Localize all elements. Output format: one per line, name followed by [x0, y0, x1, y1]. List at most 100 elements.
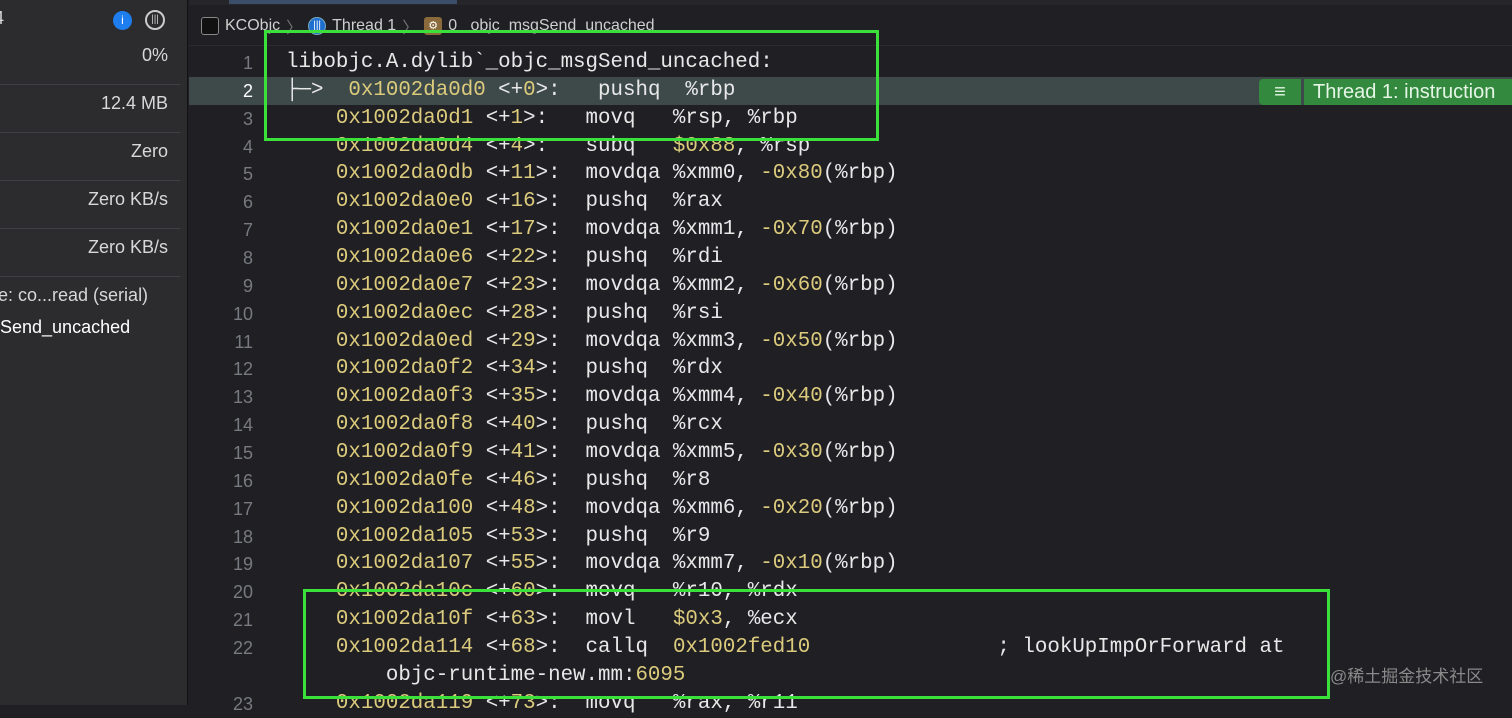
code-token: <+: [473, 385, 511, 409]
code-line[interactable]: 11 0x1002da0ed <+29>: movdqa %xmm3, -0x5…: [189, 328, 1512, 356]
line-number[interactable]: 11: [189, 328, 253, 356]
instruction-text: 0x1002da0fe <+46>: pushq %r8: [286, 467, 710, 495]
code-token: <+: [473, 246, 511, 270]
line-number[interactable]: 23: [189, 690, 253, 718]
debug-navigator: 4 i ||| 0% 12.4 MB Zero Zero KB/s Zero K…: [0, 0, 188, 705]
line-number[interactable]: 2: [189, 77, 253, 105]
line-number[interactable]: 19: [189, 550, 253, 578]
number-token: -0x30: [760, 441, 823, 465]
code-line[interactable]: 13 0x1002da0f3 <+35>: movdqa %xmm4, -0x4…: [189, 383, 1512, 411]
line-number[interactable]: 3: [189, 105, 253, 133]
queue-item[interactable]: e: co...read (serial): [0, 285, 186, 306]
instruction-text: 0x1002da0e1 <+17>: movdqa %xmm1, -0x70(%…: [286, 216, 898, 244]
number-token: -0x50: [760, 329, 823, 353]
instruction-text: 0x1002da100 <+48>: movdqa %xmm6, -0x20(%…: [286, 495, 898, 523]
number-token: 55: [510, 552, 536, 576]
code-line[interactable]: 5 0x1002da0db <+11>: movdqa %xmm0, -0x80…: [189, 160, 1512, 188]
instruction-text: 0x1002da0ed <+29>: movdqa %xmm3, -0x50(%…: [286, 328, 898, 356]
line-number[interactable]: 4: [189, 133, 253, 161]
code-token: (%rbp): [822, 162, 898, 186]
instruction-text: 0x1002da107 <+55>: movdqa %xmm7, -0x10(%…: [286, 550, 898, 578]
line-number[interactable]: 14: [189, 411, 253, 439]
code-line[interactable]: 8 0x1002da0e6 <+22>: pushq %rdi: [189, 244, 1512, 272]
thread-status-badge[interactable]: Thread 1: instruction: [1304, 79, 1512, 105]
line-number[interactable]: 16: [189, 467, 253, 495]
code-line[interactable]: 17 0x1002da100 <+48>: movdqa %xmm6, -0x2…: [189, 495, 1512, 523]
code-token: (%rbp): [822, 441, 898, 465]
code-token: <+: [473, 468, 511, 492]
line-number[interactable]: 13: [189, 383, 253, 411]
code-line[interactable]: 19 0x1002da107 <+55>: movdqa %xmm7, -0x1…: [189, 550, 1512, 578]
divider: [0, 276, 180, 277]
code-line[interactable]: 14 0x1002da0f8 <+40>: pushq %rcx: [189, 411, 1512, 439]
number-token: 0x1002da0f2: [335, 357, 474, 381]
code-line[interactable]: 10 0x1002da0ec <+28>: pushq %rsi: [189, 300, 1512, 328]
number-token: 0x1002da0e0: [335, 190, 474, 214]
code-token: >: pushq %rdx: [535, 357, 723, 381]
line-number[interactable]: 12: [189, 355, 253, 383]
code-token: >: movdqa %xmm7,: [535, 552, 761, 576]
line-number[interactable]: 20: [189, 578, 253, 606]
line-number[interactable]: 9: [189, 272, 253, 300]
code-line[interactable]: 6 0x1002da0e0 <+16>: pushq %rax: [189, 188, 1512, 216]
instruction-text: 0x1002da105 <+53>: pushq %r9: [286, 523, 710, 551]
line-number[interactable]: 7: [189, 216, 253, 244]
number-token: 48: [510, 496, 536, 520]
code-line[interactable]: 12 0x1002da0f2 <+34>: pushq %rdx: [189, 355, 1512, 383]
menu-icon[interactable]: ≡: [1259, 79, 1301, 105]
code-token: <+: [473, 218, 511, 242]
line-number[interactable]: 6: [189, 188, 253, 216]
number-token: 0x1002da105: [335, 524, 474, 548]
number-token: 22: [510, 246, 536, 270]
number-token: 0x1002da0f9: [335, 441, 474, 465]
frame-item-selected[interactable]: Send_uncached: [0, 317, 188, 338]
instruction-text: 0x1002da0db <+11>: movdqa %xmm0, -0x80(%…: [286, 160, 898, 188]
number-token: 34: [510, 357, 536, 381]
line-number[interactable]: 18: [189, 523, 253, 551]
line-number[interactable]: 8: [189, 244, 253, 272]
thread-icon[interactable]: |||: [145, 10, 165, 30]
line-number[interactable]: 10: [189, 300, 253, 328]
info-icon[interactable]: i: [113, 11, 132, 30]
line-number[interactable]: 1: [189, 49, 253, 77]
instruction-text: 0x1002da0e0 <+16>: pushq %rax: [286, 188, 723, 216]
line-number[interactable]: 21: [189, 606, 253, 634]
active-tab[interactable]: [229, 0, 457, 4]
instruction-text: 0x1002da0f9 <+41>: movdqa %xmm5, -0x30(%…: [286, 439, 898, 467]
network-value: Zero KB/s: [87, 237, 168, 257]
line-number[interactable]: 22: [189, 634, 253, 662]
code-token: >: movdqa %xmm5,: [535, 441, 761, 465]
line-number[interactable]: 17: [189, 495, 253, 523]
watermark: @稀土掘金技术社区: [1330, 667, 1484, 686]
code-line[interactable]: 15 0x1002da0f9 <+41>: movdqa %xmm5, -0x3…: [189, 439, 1512, 467]
code-token: >: movdqa %xmm3,: [535, 329, 761, 353]
code-token: >: movdqa %xmm4,: [535, 385, 761, 409]
code-token: (%rbp): [822, 552, 898, 576]
energy-value: Zero: [130, 141, 168, 161]
number-token: 35: [510, 385, 536, 409]
number-token: 40: [510, 413, 536, 437]
code-token: >: movdqa %xmm0,: [535, 162, 761, 186]
code-line[interactable]: 18 0x1002da105 <+53>: pushq %r9: [189, 523, 1512, 551]
highlight-box: [303, 589, 1330, 699]
code-token: >: movdqa %xmm6,: [535, 496, 761, 520]
number-token: 28: [510, 301, 536, 325]
cpu-value: 0%: [141, 45, 168, 65]
code-token: (%rbp): [822, 496, 898, 520]
number-token: 0x1002da0ec: [335, 301, 474, 325]
line-number[interactable]: 5: [189, 160, 253, 188]
code-token: >: pushq %rax: [535, 190, 723, 214]
code-line[interactable]: 16 0x1002da0fe <+46>: pushq %r8: [189, 467, 1512, 495]
divider: [0, 180, 180, 181]
code-line[interactable]: 9 0x1002da0e7 <+23>: movdqa %xmm2, -0x60…: [189, 272, 1512, 300]
line-number[interactable]: 15: [189, 439, 253, 467]
code-line[interactable]: 7 0x1002da0e1 <+17>: movdqa %xmm1, -0x70…: [189, 216, 1512, 244]
